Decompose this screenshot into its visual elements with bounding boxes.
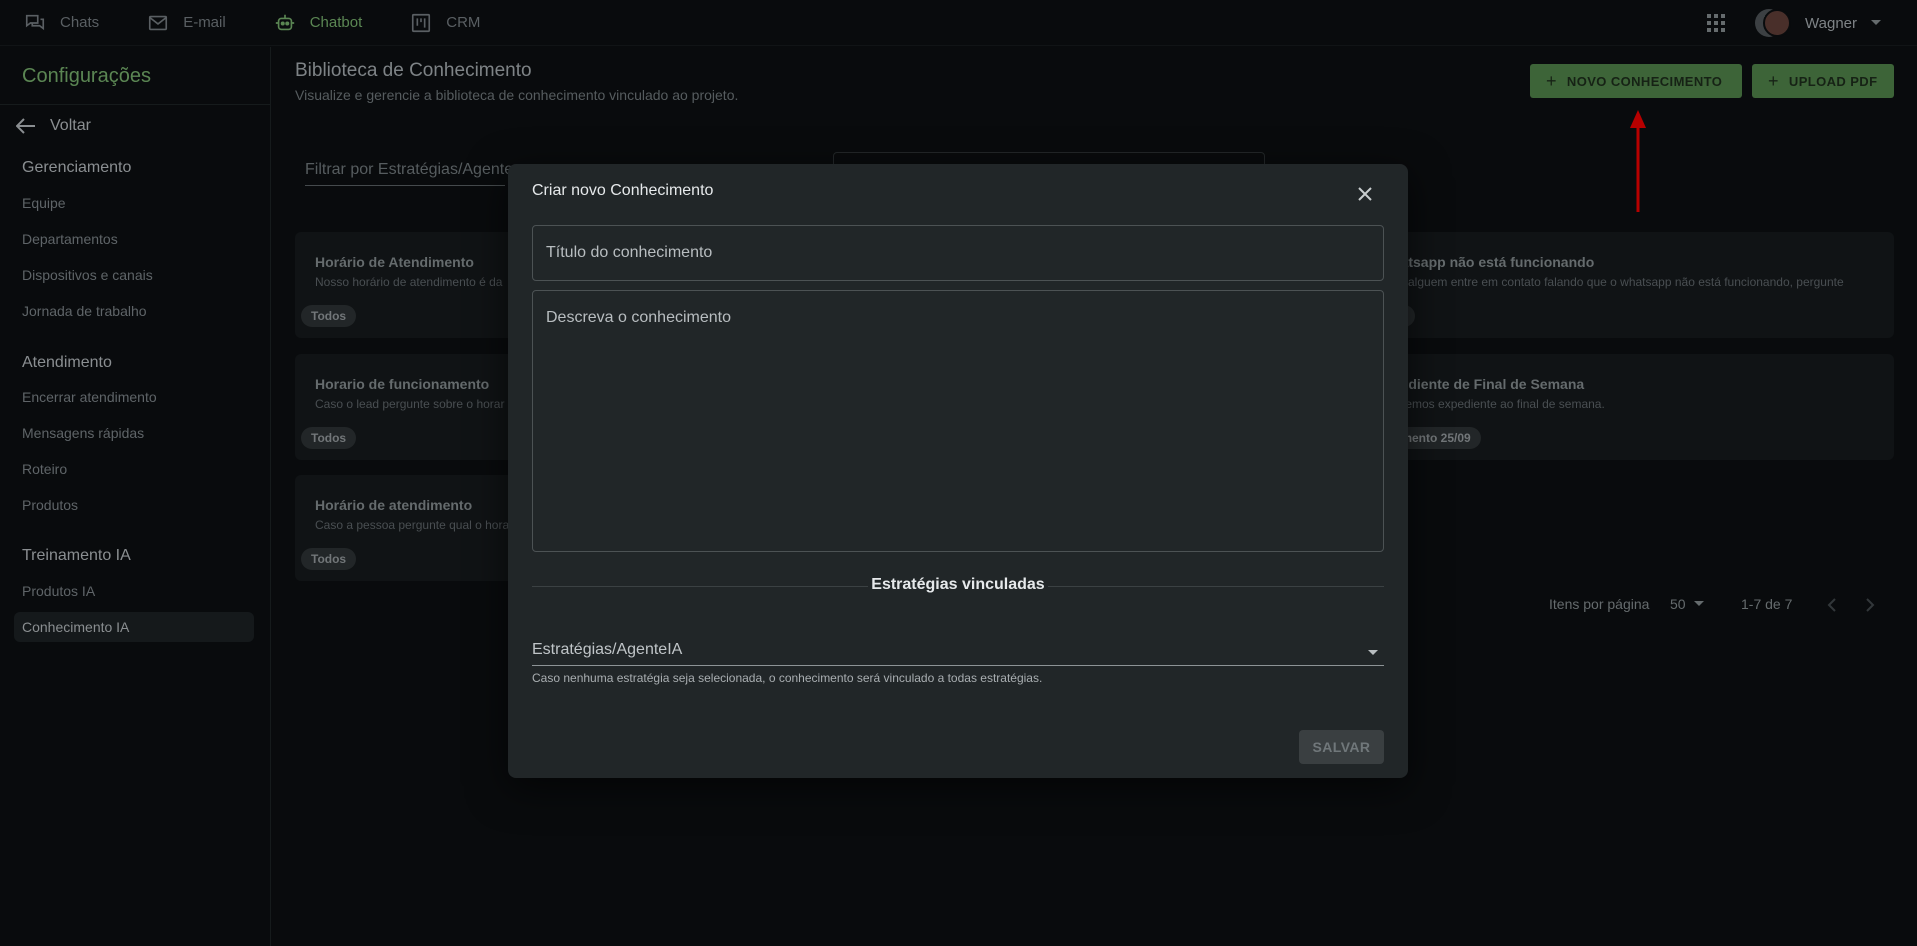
description-placeholder: Descreva o conhecimento (546, 309, 731, 326)
description-textarea[interactable]: Descreva o conhecimento (532, 290, 1384, 552)
section-label: Estratégias vinculadas (871, 576, 1045, 593)
strategies-hint: Caso nenhuma estratégia seja selecionada… (532, 671, 1043, 685)
close-button[interactable] (1351, 180, 1379, 208)
title-input[interactable]: Título do conhecimento (532, 225, 1384, 281)
section-divider: Estratégias vinculadas (532, 576, 1384, 596)
strategies-select-underline (532, 665, 1384, 666)
dialog-title: Criar novo Conhecimento (532, 182, 714, 199)
dropdown-arrow-icon[interactable] (1368, 650, 1378, 655)
save-button[interactable]: SALVAR (1299, 730, 1384, 764)
close-icon (1358, 187, 1372, 201)
title-placeholder: Título do conhecimento (546, 244, 713, 261)
strategies-select[interactable]: Estratégias/AgenteIA (532, 641, 682, 659)
create-knowledge-dialog: Criar novo Conhecimento Título do conhec… (508, 164, 1408, 778)
